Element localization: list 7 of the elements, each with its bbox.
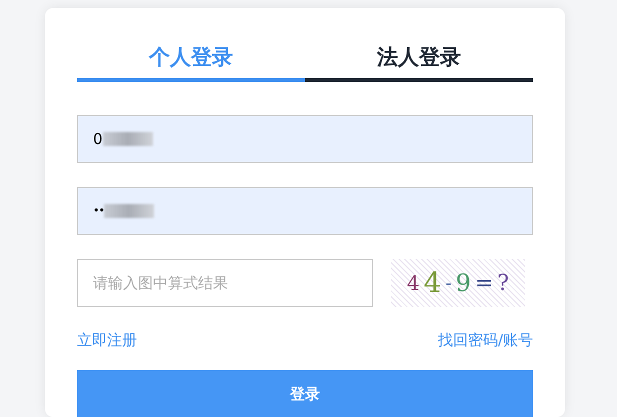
login-tab[interactable]: 法人登录 xyxy=(305,38,533,82)
captcha-input[interactable]: 请输入图中算式结果 xyxy=(77,259,373,307)
password-field[interactable]: •• xyxy=(77,187,533,235)
captcha-image[interactable]: 4 4- 9 = ? xyxy=(391,259,525,307)
username-field[interactable]: 0 xyxy=(77,115,533,163)
field-value: •• xyxy=(93,202,104,219)
field-value: 0 xyxy=(93,128,103,150)
